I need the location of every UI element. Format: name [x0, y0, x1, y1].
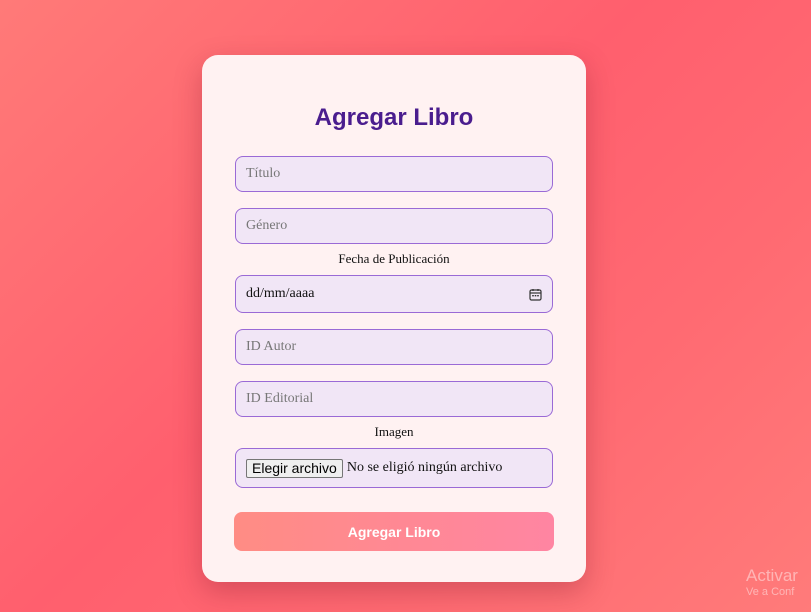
- add-book-card: Agregar Libro Título Género Fecha de Pub…: [202, 55, 586, 582]
- fecha-publicacion-input[interactable]: dd/mm/aaaa: [235, 275, 553, 313]
- watermark-line2: Ve a Conf: [746, 585, 795, 598]
- calendar-icon[interactable]: [529, 288, 542, 301]
- imagen-label: Imagen: [374, 424, 414, 439]
- id-editorial-input[interactable]: ID Editorial: [235, 381, 553, 417]
- fecha-label: Fecha de Publicación: [338, 251, 450, 266]
- fecha-value: dd/mm/aaaa: [246, 286, 315, 301]
- id-autor-input[interactable]: ID Autor: [235, 329, 553, 365]
- id-editorial-placeholder: ID Editorial: [246, 391, 314, 406]
- genero-placeholder: Género: [246, 218, 288, 233]
- choose-file-button[interactable]: Elegir archivo: [246, 458, 343, 478]
- form-title: Agregar Libro: [314, 104, 474, 131]
- imagen-file-input[interactable]: Elegir archivo No se eligió ningún archi…: [235, 448, 553, 488]
- id-autor-placeholder: ID Autor: [246, 339, 297, 354]
- file-status-text: No se eligió ningún archivo: [346, 460, 503, 475]
- titulo-input[interactable]: Título: [235, 156, 553, 192]
- submit-button[interactable]: Agregar Libro: [234, 512, 554, 551]
- titulo-placeholder: Título: [246, 166, 281, 181]
- watermark-line1: Activar: [746, 566, 798, 585]
- activation-watermark: Activar Ve a Conf: [746, 566, 798, 598]
- genero-input[interactable]: Género: [235, 208, 553, 244]
